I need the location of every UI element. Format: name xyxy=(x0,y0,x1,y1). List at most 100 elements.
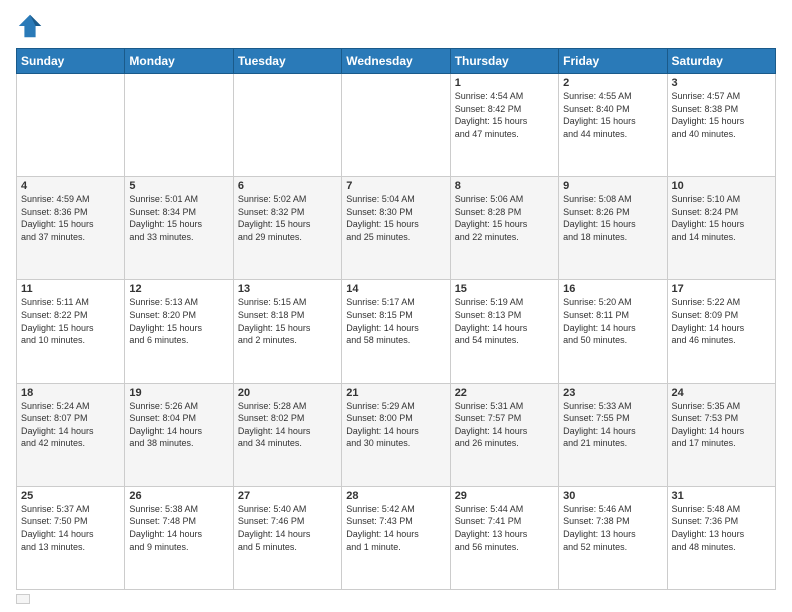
week-row-5: 25Sunrise: 5:37 AM Sunset: 7:50 PM Dayli… xyxy=(17,486,776,589)
day-info: Sunrise: 5:48 AM Sunset: 7:36 PM Dayligh… xyxy=(672,503,771,553)
calendar-cell: 10Sunrise: 5:10 AM Sunset: 8:24 PM Dayli… xyxy=(667,177,775,280)
calendar-cell xyxy=(233,74,341,177)
day-number: 3 xyxy=(672,77,771,89)
day-info: Sunrise: 5:44 AM Sunset: 7:41 PM Dayligh… xyxy=(455,503,554,553)
day-number: 14 xyxy=(346,283,445,295)
calendar-cell: 19Sunrise: 5:26 AM Sunset: 8:04 PM Dayli… xyxy=(125,383,233,486)
day-number: 8 xyxy=(455,180,554,192)
calendar-cell: 1Sunrise: 4:54 AM Sunset: 8:42 PM Daylig… xyxy=(450,74,558,177)
calendar-cell: 11Sunrise: 5:11 AM Sunset: 8:22 PM Dayli… xyxy=(17,280,125,383)
day-info: Sunrise: 5:10 AM Sunset: 8:24 PM Dayligh… xyxy=(672,193,771,243)
calendar-cell: 20Sunrise: 5:28 AM Sunset: 8:02 PM Dayli… xyxy=(233,383,341,486)
calendar-cell: 14Sunrise: 5:17 AM Sunset: 8:15 PM Dayli… xyxy=(342,280,450,383)
calendar-cell: 3Sunrise: 4:57 AM Sunset: 8:38 PM Daylig… xyxy=(667,74,775,177)
weekday-header-sunday: Sunday xyxy=(17,49,125,74)
calendar-cell: 16Sunrise: 5:20 AM Sunset: 8:11 PM Dayli… xyxy=(559,280,667,383)
weekday-header-friday: Friday xyxy=(559,49,667,74)
calendar-cell: 28Sunrise: 5:42 AM Sunset: 7:43 PM Dayli… xyxy=(342,486,450,589)
calendar-cell: 9Sunrise: 5:08 AM Sunset: 8:26 PM Daylig… xyxy=(559,177,667,280)
weekday-header-thursday: Thursday xyxy=(450,49,558,74)
day-number: 15 xyxy=(455,283,554,295)
week-row-2: 4Sunrise: 4:59 AM Sunset: 8:36 PM Daylig… xyxy=(17,177,776,280)
calendar-cell: 21Sunrise: 5:29 AM Sunset: 8:00 PM Dayli… xyxy=(342,383,450,486)
day-info: Sunrise: 4:55 AM Sunset: 8:40 PM Dayligh… xyxy=(563,90,662,140)
calendar-cell: 6Sunrise: 5:02 AM Sunset: 8:32 PM Daylig… xyxy=(233,177,341,280)
logo-icon xyxy=(16,12,44,40)
day-info: Sunrise: 5:31 AM Sunset: 7:57 PM Dayligh… xyxy=(455,400,554,450)
calendar-cell: 26Sunrise: 5:38 AM Sunset: 7:48 PM Dayli… xyxy=(125,486,233,589)
calendar-cell: 4Sunrise: 4:59 AM Sunset: 8:36 PM Daylig… xyxy=(17,177,125,280)
day-number: 16 xyxy=(563,283,662,295)
calendar-cell: 24Sunrise: 5:35 AM Sunset: 7:53 PM Dayli… xyxy=(667,383,775,486)
header xyxy=(16,12,776,40)
weekday-header-monday: Monday xyxy=(125,49,233,74)
day-number: 22 xyxy=(455,387,554,399)
day-number: 29 xyxy=(455,490,554,502)
day-number: 12 xyxy=(129,283,228,295)
day-number: 6 xyxy=(238,180,337,192)
day-info: Sunrise: 4:54 AM Sunset: 8:42 PM Dayligh… xyxy=(455,90,554,140)
day-info: Sunrise: 5:15 AM Sunset: 8:18 PM Dayligh… xyxy=(238,296,337,346)
day-number: 2 xyxy=(563,77,662,89)
calendar-cell: 13Sunrise: 5:15 AM Sunset: 8:18 PM Dayli… xyxy=(233,280,341,383)
calendar-cell: 25Sunrise: 5:37 AM Sunset: 7:50 PM Dayli… xyxy=(17,486,125,589)
calendar-cell: 30Sunrise: 5:46 AM Sunset: 7:38 PM Dayli… xyxy=(559,486,667,589)
day-number: 27 xyxy=(238,490,337,502)
day-info: Sunrise: 5:37 AM Sunset: 7:50 PM Dayligh… xyxy=(21,503,120,553)
day-info: Sunrise: 5:01 AM Sunset: 8:34 PM Dayligh… xyxy=(129,193,228,243)
calendar-cell: 22Sunrise: 5:31 AM Sunset: 7:57 PM Dayli… xyxy=(450,383,558,486)
calendar-cell: 5Sunrise: 5:01 AM Sunset: 8:34 PM Daylig… xyxy=(125,177,233,280)
weekday-header-tuesday: Tuesday xyxy=(233,49,341,74)
day-number: 9 xyxy=(563,180,662,192)
day-info: Sunrise: 5:22 AM Sunset: 8:09 PM Dayligh… xyxy=(672,296,771,346)
calendar-cell xyxy=(342,74,450,177)
day-info: Sunrise: 5:02 AM Sunset: 8:32 PM Dayligh… xyxy=(238,193,337,243)
calendar-cell: 31Sunrise: 5:48 AM Sunset: 7:36 PM Dayli… xyxy=(667,486,775,589)
day-number: 13 xyxy=(238,283,337,295)
day-info: Sunrise: 5:46 AM Sunset: 7:38 PM Dayligh… xyxy=(563,503,662,553)
day-number: 26 xyxy=(129,490,228,502)
day-number: 4 xyxy=(21,180,120,192)
day-number: 19 xyxy=(129,387,228,399)
day-info: Sunrise: 5:26 AM Sunset: 8:04 PM Dayligh… xyxy=(129,400,228,450)
day-number: 25 xyxy=(21,490,120,502)
day-info: Sunrise: 4:59 AM Sunset: 8:36 PM Dayligh… xyxy=(21,193,120,243)
day-info: Sunrise: 5:24 AM Sunset: 8:07 PM Dayligh… xyxy=(21,400,120,450)
day-number: 28 xyxy=(346,490,445,502)
calendar-cell: 8Sunrise: 5:06 AM Sunset: 8:28 PM Daylig… xyxy=(450,177,558,280)
calendar-cell: 29Sunrise: 5:44 AM Sunset: 7:41 PM Dayli… xyxy=(450,486,558,589)
calendar-cell: 23Sunrise: 5:33 AM Sunset: 7:55 PM Dayli… xyxy=(559,383,667,486)
day-info: Sunrise: 5:40 AM Sunset: 7:46 PM Dayligh… xyxy=(238,503,337,553)
calendar-cell: 17Sunrise: 5:22 AM Sunset: 8:09 PM Dayli… xyxy=(667,280,775,383)
weekday-header-wednesday: Wednesday xyxy=(342,49,450,74)
day-number: 30 xyxy=(563,490,662,502)
day-info: Sunrise: 5:19 AM Sunset: 8:13 PM Dayligh… xyxy=(455,296,554,346)
day-info: Sunrise: 5:28 AM Sunset: 8:02 PM Dayligh… xyxy=(238,400,337,450)
day-info: Sunrise: 5:35 AM Sunset: 7:53 PM Dayligh… xyxy=(672,400,771,450)
calendar-cell: 2Sunrise: 4:55 AM Sunset: 8:40 PM Daylig… xyxy=(559,74,667,177)
logo xyxy=(16,12,48,40)
calendar-cell: 15Sunrise: 5:19 AM Sunset: 8:13 PM Dayli… xyxy=(450,280,558,383)
week-row-3: 11Sunrise: 5:11 AM Sunset: 8:22 PM Dayli… xyxy=(17,280,776,383)
day-info: Sunrise: 5:13 AM Sunset: 8:20 PM Dayligh… xyxy=(129,296,228,346)
day-info: Sunrise: 5:17 AM Sunset: 8:15 PM Dayligh… xyxy=(346,296,445,346)
day-number: 21 xyxy=(346,387,445,399)
day-number: 20 xyxy=(238,387,337,399)
day-number: 5 xyxy=(129,180,228,192)
day-number: 17 xyxy=(672,283,771,295)
day-info: Sunrise: 5:33 AM Sunset: 7:55 PM Dayligh… xyxy=(563,400,662,450)
day-number: 10 xyxy=(672,180,771,192)
day-number: 18 xyxy=(21,387,120,399)
calendar-cell: 7Sunrise: 5:04 AM Sunset: 8:30 PM Daylig… xyxy=(342,177,450,280)
calendar-cell: 27Sunrise: 5:40 AM Sunset: 7:46 PM Dayli… xyxy=(233,486,341,589)
day-number: 24 xyxy=(672,387,771,399)
day-info: Sunrise: 5:04 AM Sunset: 8:30 PM Dayligh… xyxy=(346,193,445,243)
day-number: 23 xyxy=(563,387,662,399)
day-info: Sunrise: 5:08 AM Sunset: 8:26 PM Dayligh… xyxy=(563,193,662,243)
weekday-header-row: SundayMondayTuesdayWednesdayThursdayFrid… xyxy=(17,49,776,74)
day-number: 31 xyxy=(672,490,771,502)
calendar-cell: 12Sunrise: 5:13 AM Sunset: 8:20 PM Dayli… xyxy=(125,280,233,383)
calendar-table: SundayMondayTuesdayWednesdayThursdayFrid… xyxy=(16,48,776,590)
calendar-cell: 18Sunrise: 5:24 AM Sunset: 8:07 PM Dayli… xyxy=(17,383,125,486)
day-info: Sunrise: 5:20 AM Sunset: 8:11 PM Dayligh… xyxy=(563,296,662,346)
